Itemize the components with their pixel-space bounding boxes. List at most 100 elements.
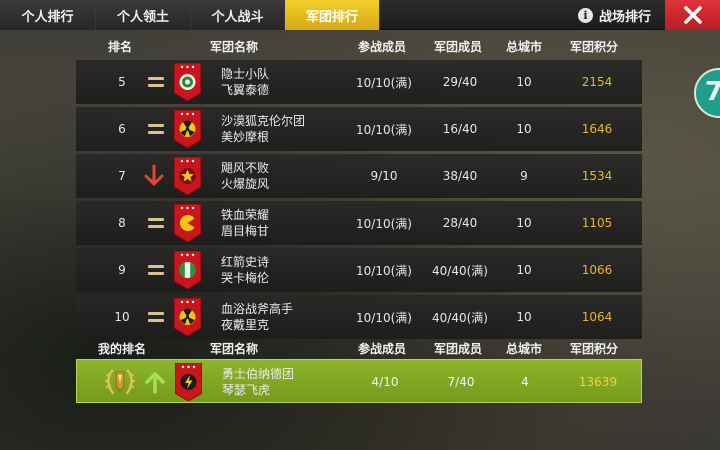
legion-name-cell: 隐士小队 飞翼泰德 [221,60,269,104]
header-participants: 参战成员 [358,40,407,54]
my-legion-row[interactable]: 勇士伯纳德团 琴瑟飞虎 4/10 7/40 4 13639 [76,359,642,403]
row-rank: 6 [118,122,126,136]
legion-emblem-radiation-icon [174,110,201,148]
row-rank: 5 [118,75,126,89]
rank-unchanged-icon [148,265,164,275]
header-members: 军团成员 [434,40,483,54]
row-cities: 10 [516,216,532,230]
rank-unchanged-icon [148,312,164,322]
ranking-row[interactable]: 9 红箭史诗 哭卡梅伦 10/10(满) 40/40(满) 10 1066 [76,248,642,292]
rank-unchanged-icon [148,124,164,134]
ranking-row[interactable]: 10 血浴战斧高手 夜戴里克 10/10(满) 40/40(满) 10 1064 [76,295,642,339]
info-icon[interactable]: i [578,7,593,23]
legion-emblem-pacman-icon [174,204,201,242]
rank-unchanged-icon [148,77,164,87]
legion-leader: 火爆旋风 [221,177,270,191]
row-score: 1066 [581,263,613,277]
legion-name: 红箭史诗 [221,255,270,269]
tab-legion-ranking[interactable]: 军团排行 [285,0,380,30]
row-members: 38/40 [442,169,478,183]
rank-up-arrow-icon [145,372,165,394]
header-participants: 参战成员 [358,342,407,356]
header-members: 军团成员 [434,342,483,356]
legion-emblem-flag-icon [174,251,201,289]
tab-personal-battle[interactable]: 个人战斗 [191,0,285,30]
legion-emblem-radiation-icon [174,298,201,336]
legion-name: 飓风不败 [221,161,270,175]
legion-name-cell: 红箭史诗 哭卡梅伦 [221,248,269,292]
header-score: 军团积分 [570,342,619,356]
row-members: 40/40(满) [432,263,488,278]
row-score: 13639 [578,375,618,389]
legion-name-cell: 勇士伯纳德团 琴瑟飞虎 [222,360,294,404]
top-tab-bar: 个人排行 个人领土 个人战斗 军团排行 i 战场排行 [0,0,720,30]
legion-leader: 夜戴里克 [221,318,270,332]
row-members: 7/40 [447,375,475,389]
row-participants: 10/10(满) [356,122,412,137]
rank-down-arrow-icon [144,164,164,186]
row-cities: 10 [516,75,532,89]
ranking-header-row: 排名 军团名称 参战成员 军团成员 总城市 军团积分 [76,34,642,58]
row-score: 1646 [581,122,613,136]
legion-name-cell: 沙漠狐克伦尔团 美妙摩根 [221,107,305,151]
row-cities: 10 [516,122,532,136]
row-score: 1534 [581,169,613,183]
ranking-row[interactable]: 6 沙漠狐克伦尔团 美妙摩根 10/10(满) 16/40 10 1646 [76,107,642,151]
header-score: 军团积分 [570,40,619,54]
legion-name: 隐士小队 [221,67,270,81]
legion-name: 铁血荣耀 [221,208,270,222]
row-score: 2154 [581,75,613,89]
legion-name: 血浴战斧高手 [221,302,294,316]
legion-ranking-panel: 排名 军团名称 参战成员 军团成员 总城市 军团积分 5 隐士小队 飞翼泰德 1… [76,34,642,450]
header-legion-name: 军团名称 [210,40,259,54]
side-button-glyph: 7 [705,77,720,107]
legion-leader: 琴瑟飞虎 [222,383,271,397]
legion-leader: 飞翼泰德 [221,83,270,97]
row-cities: 10 [516,310,532,324]
legion-name-cell: 铁血荣耀 眉目梅甘 [221,201,269,245]
legion-emblem-star-icon [174,157,201,195]
legion-leader: 哭卡梅伦 [221,271,270,285]
close-x-icon [683,6,702,24]
ranking-row[interactable]: 7 飓风不败 火爆旋风 9/10 38/40 9 1534 [76,154,642,198]
battlefield-ranking-info[interactable]: i 战场排行 [578,4,651,26]
row-rank: 10 [114,310,130,324]
header-rank: 排名 [108,40,133,54]
row-participants: 10/10(满) [356,216,412,231]
header-cities: 总城市 [506,40,543,54]
row-score: 1064 [581,310,613,324]
row-members: 40/40(满) [432,310,488,325]
legion-emblem-lightning-icon [175,363,202,401]
row-participants: 9/10 [370,169,398,183]
tab-personal-ranking[interactable]: 个人排行 [0,0,96,30]
row-rank: 8 [118,216,126,230]
row-participants: 4/10 [371,375,399,389]
row-participants: 10/10(满) [356,75,412,90]
ranking-list: 5 隐士小队 飞翼泰德 10/10(满) 29/40 10 2154 6 沙漠狐… [76,60,642,342]
header-my-rank: 我的排名 [98,342,147,356]
legion-emblem-target-icon [174,63,201,101]
row-rank: 7 [118,169,126,183]
row-rank: 9 [118,263,126,277]
legion-name-cell: 血浴战斧高手 夜戴里克 [221,295,293,339]
legion-leader: 美妙摩根 [221,130,270,144]
row-score: 1105 [581,216,613,230]
tab-personal-territory[interactable]: 个人领土 [96,0,191,30]
row-cities: 9 [520,169,528,183]
legion-leader: 眉目梅甘 [221,224,270,238]
legion-name: 沙漠狐克伦尔团 [221,114,306,128]
row-cities: 10 [516,263,532,277]
side-round-button[interactable]: 7 [694,68,720,118]
row-members: 16/40 [442,122,478,136]
ranking-row[interactable]: 5 隐士小队 飞翼泰德 10/10(满) 29/40 10 2154 [76,60,642,104]
battlefield-ranking-label[interactable]: 战场排行 [599,6,651,25]
header-legion-name: 军团名称 [210,342,259,356]
laurel-medal-icon [105,369,135,395]
ranking-row[interactable]: 8 铁血荣耀 眉目梅甘 10/10(满) 28/40 10 1105 [76,201,642,245]
my-ranking-header-row: 我的排名 军团名称 参战成员 军团成员 总城市 军团积分 [76,336,642,360]
row-members: 29/40 [442,75,478,89]
close-button[interactable] [665,0,720,30]
row-participants: 10/10(满) [356,310,412,325]
row-members: 28/40 [442,216,478,230]
legion-name-cell: 飓风不败 火爆旋风 [221,154,269,198]
